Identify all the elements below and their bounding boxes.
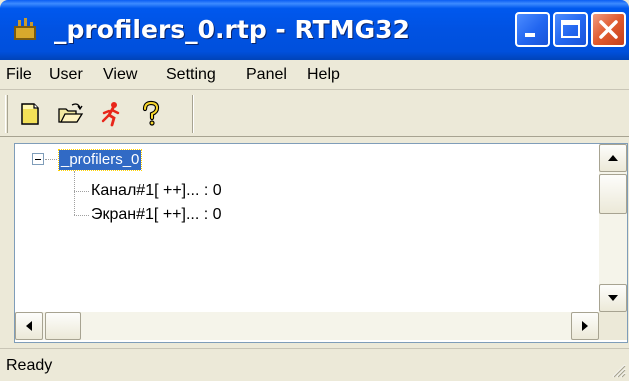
tree-content: _profilers_0 Канал#1[ ++]... : 0 Экран#1… [15, 144, 599, 312]
arrow-up-icon [608, 155, 618, 161]
status-bar: Ready [0, 348, 629, 381]
open-button[interactable] [56, 100, 84, 128]
tree-root-node[interactable]: _profilers_0 [57, 149, 143, 171]
horizontal-scrollbar[interactable] [15, 312, 599, 340]
toolbar-grip[interactable] [5, 95, 8, 133]
close-button[interactable] [591, 12, 626, 47]
menu-file[interactable]: File [6, 64, 32, 86]
menu-view[interactable]: View [103, 64, 137, 86]
arrow-down-icon [608, 295, 618, 301]
toolbar [0, 91, 629, 137]
maximize-button[interactable] [553, 12, 588, 47]
tree-connector [74, 215, 89, 216]
resize-grip-icon[interactable] [610, 362, 626, 378]
window-title: _profilers_0.rtp - RTMG32 [54, 15, 410, 44]
new-button[interactable] [16, 100, 44, 128]
tree-connector [74, 191, 89, 192]
menu-setting[interactable]: Setting [166, 64, 216, 86]
scroll-up-button[interactable] [599, 144, 627, 172]
scroll-left-button[interactable] [15, 312, 43, 340]
minimize-button[interactable] [515, 12, 550, 47]
tree-connector [45, 159, 57, 160]
tree-node-channel[interactable]: Канал#1[ ++]... : 0 [91, 180, 222, 202]
run-icon [101, 102, 120, 127]
run-button[interactable] [97, 100, 125, 128]
maximize-icon [561, 20, 580, 38]
close-icon [599, 20, 618, 39]
toolbar-separator [192, 95, 194, 133]
scroll-down-button[interactable] [599, 284, 627, 312]
horizontal-scroll-thumb[interactable] [45, 312, 81, 340]
scrollbar-corner [599, 312, 627, 340]
menu-help[interactable]: Help [307, 64, 340, 86]
tree-collapse-toggle[interactable] [32, 153, 44, 165]
tree-view[interactable]: _profilers_0 Канал#1[ ++]... : 0 Экран#1… [14, 143, 628, 343]
menu-bar: File User View Setting Panel Help [0, 60, 629, 90]
arrow-left-icon [26, 321, 32, 331]
title-bar[interactable]: _profilers_0.rtp - RTMG32 [0, 0, 629, 60]
help-icon [142, 100, 160, 126]
vertical-scroll-thumb[interactable] [599, 174, 627, 214]
minimize-icon [525, 33, 535, 37]
new-document-icon [21, 103, 39, 125]
status-text: Ready [6, 357, 53, 374]
menu-user[interactable]: User [49, 64, 83, 86]
tree-connector [74, 171, 75, 215]
scroll-right-button[interactable] [571, 312, 599, 340]
menu-panel[interactable]: Panel [246, 64, 287, 86]
open-folder-icon [58, 103, 84, 123]
tree-node-screen[interactable]: Экран#1[ ++]... : 0 [91, 204, 222, 226]
help-button[interactable] [136, 100, 164, 128]
vertical-scrollbar[interactable] [599, 144, 627, 312]
arrow-right-icon [582, 321, 588, 331]
app-icon[interactable] [12, 16, 38, 42]
